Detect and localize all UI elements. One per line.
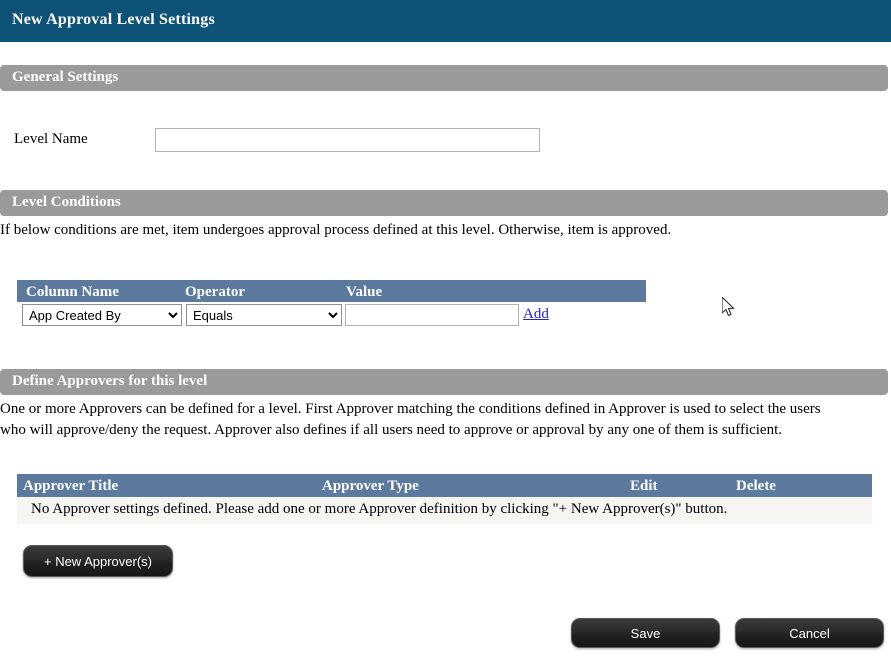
section-header-level-conditions: Level Conditions [0,190,888,216]
approvers-column-header-type: Approver Type [322,478,419,494]
approvers-column-header-title: Approver Title [23,478,119,494]
section-header-general-settings-label: General Settings [12,69,119,85]
cancel-button[interactable]: Cancel [735,618,884,648]
conditions-table-header: Column Name Operator Value [17,280,646,302]
section-header-general-settings: General Settings [0,65,888,91]
approvers-description-line-1: One or more Approvers can be defined for… [0,401,821,417]
section-header-define-approvers: Define Approvers for this level [0,369,888,395]
save-button[interactable]: Save [571,618,720,648]
section-header-level-conditions-label: Level Conditions [12,194,121,210]
approvers-column-header-delete: Delete [736,478,776,494]
condition-value-input[interactable] [345,304,519,326]
window-title-bar: New Approval Level Settings [0,0,891,42]
page-title: New Approval Level Settings [12,11,215,28]
condition-column-name-select[interactable]: App Created By [22,304,182,326]
conditions-column-header-value: Value [346,284,383,300]
new-approver-button[interactable]: + New Approver(s) [23,545,173,577]
level-name-label: Level Name [14,131,88,147]
level-conditions-description: If below conditions are met, item underg… [0,222,672,238]
condition-operator-select[interactable]: Equals [186,304,342,326]
approvers-column-header-edit: Edit [630,478,658,494]
approvers-empty-row: No Approver settings defined. Please add… [17,497,872,524]
approvers-table-header: Approver Title Approver Type Edit Delete [17,474,872,497]
approvers-empty-message: No Approver settings defined. Please add… [31,501,728,517]
approvers-description-line-2: who will approve/deny the request. Appro… [0,422,783,438]
add-condition-link[interactable]: Add [523,306,549,323]
mouse-cursor [722,297,735,317]
level-name-input[interactable] [155,128,540,152]
conditions-column-header-column-name: Column Name [26,284,119,300]
section-header-define-approvers-label: Define Approvers for this level [12,373,208,389]
conditions-column-header-operator: Operator [185,284,245,300]
